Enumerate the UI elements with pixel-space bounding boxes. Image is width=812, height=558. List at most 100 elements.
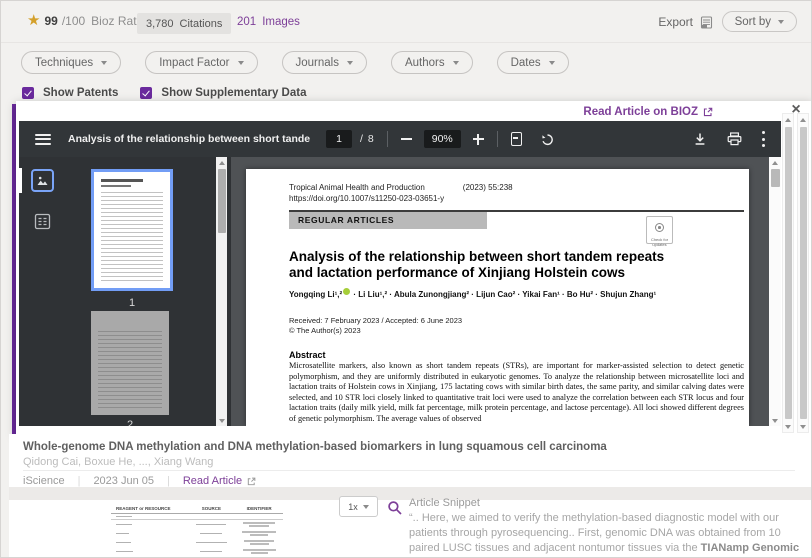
tab-citations[interactable]: 3,780 Citations <box>137 13 231 34</box>
page-number-input[interactable]: 1 <box>326 130 352 148</box>
filters-row: Techniques Impact Factor Journals Author… <box>21 51 569 74</box>
more-options-icon[interactable] <box>762 131 766 147</box>
filter-authors[interactable]: Authors <box>391 51 473 74</box>
external-link-icon <box>247 477 256 486</box>
filter-label: Authors <box>405 57 445 69</box>
citation-date: 2023 Jun 05 <box>93 475 154 487</box>
check-updates-label: Check for updates <box>647 238 672 247</box>
citation-meta-row: iScience | 2023 Jun 05 | Read Article <box>23 475 256 487</box>
top-bar: 99 /100 Bioz Rating 3,780 Citations 201 … <box>1 1 811 43</box>
zoom-in-button[interactable] <box>473 134 484 145</box>
section-label: REGULAR ARTICLES <box>289 212 487 229</box>
scroll-down-arrow[interactable] <box>216 415 227 426</box>
chevron-down-icon <box>363 505 369 509</box>
scroll-down-arrow[interactable] <box>798 421 808 432</box>
export-label: Export <box>658 15 693 29</box>
page-thumbnail-2[interactable] <box>91 311 169 415</box>
figure-table-col: SOURCE <box>188 506 236 511</box>
scroll-up-arrow[interactable] <box>216 157 227 168</box>
pdf-content-area: Tropical Animal Health and Production (2… <box>231 157 769 426</box>
citations-count: 3,780 <box>146 18 174 30</box>
citation-title[interactable]: Whole-genome DNA methylation and DNA met… <box>23 441 793 453</box>
thumbnail-page-number: 2 <box>89 419 171 426</box>
checkbox-checked-icon[interactable] <box>22 87 34 99</box>
export-csv-icon <box>700 16 713 29</box>
read-article-link[interactable]: Read Article <box>183 475 256 487</box>
pdf-title: Analysis of the relationship between sho… <box>68 133 310 145</box>
citation-list-section: Whole-genome DNA methylation and DNA met… <box>9 434 812 558</box>
search-icon[interactable] <box>387 500 403 516</box>
outline-view-icon[interactable] <box>32 211 53 232</box>
toggle-show-patents[interactable]: Show Patents <box>22 87 118 99</box>
download-icon[interactable] <box>693 132 707 146</box>
citation-authors: Qidong Cai, Boxue He, ..., Xiang Wang <box>23 456 213 468</box>
scrollbar-thumb[interactable] <box>800 127 807 419</box>
scrollbar-thumb[interactable] <box>771 169 780 187</box>
doi-link[interactable]: https://doi.org/10.1007/s11250-023-03651… <box>289 194 444 203</box>
thumb-content-decor <box>101 185 131 187</box>
modal-inner-scrollbar[interactable] <box>782 113 794 433</box>
page-total: 8 <box>368 133 374 145</box>
zoom-out-button[interactable] <box>401 132 412 146</box>
filter-dates[interactable]: Dates <box>497 51 569 74</box>
checkbox-checked-icon[interactable] <box>140 87 152 99</box>
zoom-level: 90% <box>424 130 461 148</box>
scroll-down-arrow[interactable] <box>769 415 781 426</box>
sort-by-dropdown[interactable]: Sort by <box>722 11 797 32</box>
orcid-icon <box>343 288 350 295</box>
tab-images[interactable]: 201 Images <box>237 16 300 28</box>
text-size-label: 1x <box>348 502 358 512</box>
pdf-viewer: Analysis of the relationship between sho… <box>19 121 781 426</box>
sidebar-selection-indicator <box>19 168 22 193</box>
divider <box>23 470 795 471</box>
scroll-down-arrow[interactable] <box>783 421 793 432</box>
journal-name: Tropical Animal Health and Production <box>289 183 425 192</box>
scrollbar-thumb[interactable] <box>218 169 226 233</box>
thumb-content-decor <box>98 331 162 409</box>
scroll-up-arrow[interactable] <box>769 157 781 168</box>
pdf-thumbnails-panel: 1 2 <box>65 157 231 426</box>
paper-authors: Yongqing Li¹,² · Li Liu¹,² · Abula Zunon… <box>289 290 656 299</box>
rotate-button[interactable] <box>540 132 555 147</box>
copyright-line: © The Author(s) 2023 <box>289 326 361 335</box>
thumbnail-view-icon[interactable] <box>31 169 54 192</box>
figure-table-thumbnail[interactable]: REAGENT or RESOURCE SOURCE IDENTIFIER <box>111 501 283 558</box>
toggle-label: Show Patents <box>43 87 118 99</box>
read-article-on-bioz-link[interactable]: Read Article on BIOZ <box>583 106 713 118</box>
chevron-down-icon <box>549 61 555 65</box>
filter-label: Impact Factor <box>159 57 229 69</box>
article-preview-modal: Read Article on BIOZ Analysis of the rel… <box>16 101 812 434</box>
text-size-dropdown[interactable]: 1x <box>339 496 378 517</box>
fit-to-page-button[interactable] <box>511 132 522 146</box>
scrollbar-thumb[interactable] <box>785 127 792 419</box>
chevron-down-icon <box>778 20 784 24</box>
meta-separator: | <box>78 475 81 487</box>
modal-outer-scrollbar[interactable] <box>797 113 809 433</box>
filter-label: Dates <box>511 57 541 69</box>
thumbnails-scrollbar[interactable] <box>216 157 227 426</box>
figure-table-row <box>111 547 283 556</box>
meta-separator: | <box>167 475 170 487</box>
citations-label: Citations <box>180 18 223 30</box>
pdf-scrollbar[interactable] <box>769 157 781 426</box>
thumbnail-page-number: 1 <box>91 297 173 309</box>
scroll-up-arrow[interactable] <box>783 114 793 125</box>
chevron-down-icon <box>453 61 459 65</box>
rating-score: 99 <box>44 14 57 28</box>
paper-title: Analysis of the relationship between sho… <box>289 249 664 281</box>
scroll-up-arrow[interactable] <box>798 114 808 125</box>
figure-table-row <box>111 538 283 547</box>
rating-star-icon <box>27 13 40 28</box>
print-icon[interactable] <box>727 132 742 146</box>
chevron-down-icon <box>347 61 353 65</box>
page-thumbnail-1[interactable] <box>91 169 173 291</box>
menu-icon[interactable] <box>35 134 51 145</box>
pdf-sidebar <box>19 157 65 426</box>
chevron-down-icon <box>101 61 107 65</box>
toggle-show-supplementary[interactable]: Show Supplementary Data <box>140 87 306 99</box>
export-button[interactable]: Export <box>658 15 713 29</box>
filter-journals[interactable]: Journals <box>282 51 367 74</box>
filter-impact-factor[interactable]: Impact Factor <box>145 51 257 74</box>
toggles-row: Show Patents Show Supplementary Data <box>22 87 306 99</box>
filter-techniques[interactable]: Techniques <box>21 51 121 74</box>
